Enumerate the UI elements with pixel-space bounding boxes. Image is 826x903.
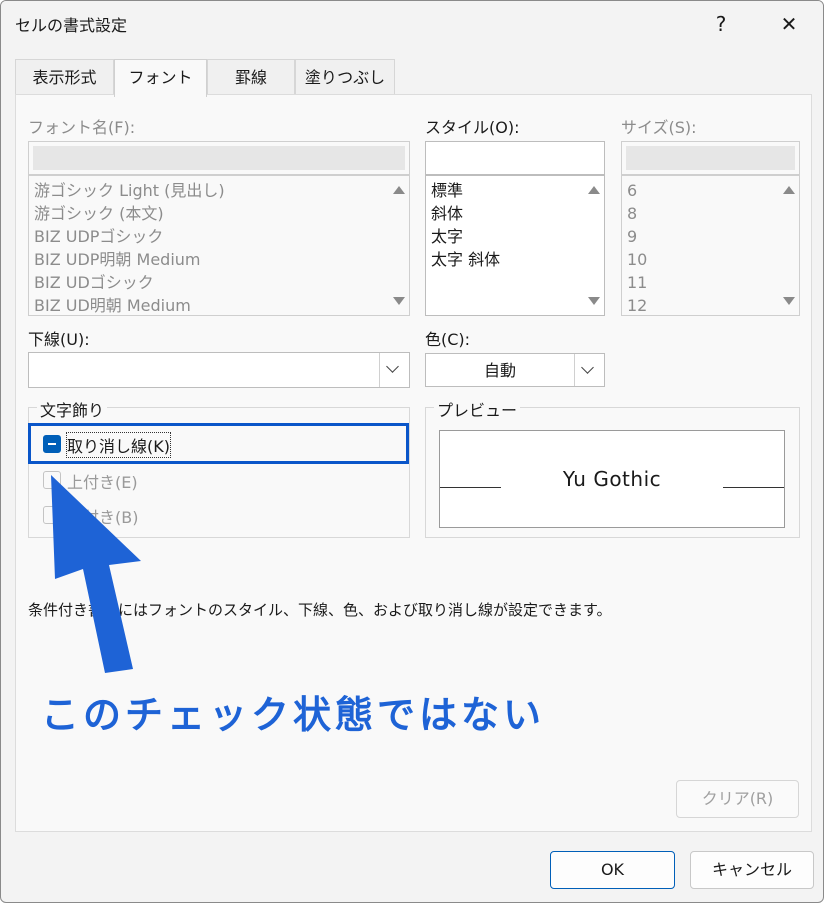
list-item[interactable]: 太字 bbox=[431, 225, 463, 248]
font-name-list[interactable]: 游ゴシック Light (見出し) 游ゴシック (本文) BIZ UDPゴシック… bbox=[28, 175, 410, 316]
color-select[interactable]: 自動 bbox=[425, 353, 605, 387]
annotation-text: このチェック状態ではない bbox=[41, 693, 546, 737]
list-item[interactable]: 游ゴシック Light (見出し) bbox=[34, 179, 225, 202]
ok-button[interactable]: OK bbox=[550, 851, 675, 889]
list-item[interactable]: BIZ UD明朝 Medium bbox=[34, 294, 191, 315]
help-icon[interactable]: ? bbox=[705, 8, 737, 40]
color-value: 自動 bbox=[483, 361, 516, 380]
color-label: 色(C): bbox=[425, 330, 471, 349]
underline-select[interactable] bbox=[28, 352, 410, 388]
list-item[interactable]: 12 bbox=[627, 294, 647, 315]
list-item[interactable]: 標準 bbox=[431, 179, 463, 202]
tab-fill[interactable]: 塗りつぶし bbox=[295, 59, 395, 95]
list-item[interactable]: 太字 斜体 bbox=[431, 248, 500, 271]
list-item[interactable]: 斜体 bbox=[431, 202, 463, 225]
list-item[interactable]: 10 bbox=[627, 248, 647, 271]
list-item[interactable]: 8 bbox=[627, 202, 637, 225]
list-item[interactable]: 11 bbox=[627, 271, 647, 294]
size-list-scrollbar[interactable] bbox=[780, 176, 799, 315]
tab-border[interactable]: 罫線 bbox=[207, 59, 295, 95]
list-item[interactable]: 游ゴシック (本文) bbox=[34, 202, 164, 225]
font-size-label: サイズ(S): bbox=[621, 118, 697, 137]
title-bar: セルの書式設定 ? ✕ bbox=[1, 1, 823, 47]
scroll-up-icon[interactable] bbox=[393, 186, 405, 194]
annotation-arrow-shape bbox=[51, 475, 141, 673]
font-name-label: フォント名(F): bbox=[28, 118, 136, 137]
font-list-scrollbar[interactable] bbox=[390, 176, 409, 315]
effects-group-title: 文字飾り bbox=[37, 397, 108, 421]
list-item[interactable]: 6 bbox=[627, 179, 637, 202]
chevron-down-icon bbox=[581, 361, 594, 374]
font-name-input[interactable] bbox=[28, 141, 410, 175]
dialog-title: セルの書式設定 bbox=[15, 16, 128, 35]
list-item[interactable]: BIZ UDPゴシック bbox=[34, 225, 163, 248]
close-icon[interactable]: ✕ bbox=[773, 8, 805, 40]
preview-box: Yu Gothic bbox=[439, 430, 785, 528]
list-item[interactable]: 9 bbox=[627, 225, 637, 248]
preview-text: Yu Gothic bbox=[562, 467, 662, 491]
color-dropdown-button[interactable] bbox=[574, 354, 604, 386]
scroll-down-icon[interactable] bbox=[393, 297, 405, 305]
clear-button[interactable]: クリア(R) bbox=[676, 780, 799, 818]
preview-group-title: プレビュー bbox=[434, 397, 521, 421]
font-name-input-fill bbox=[33, 146, 405, 170]
font-style-input[interactable] bbox=[425, 141, 605, 175]
scroll-up-icon[interactable] bbox=[588, 186, 600, 194]
underline-value bbox=[29, 353, 379, 387]
format-cells-dialog: セルの書式設定 ? ✕ 表示形式 フォント 罫線 塗りつぶし フォント名(F):… bbox=[0, 0, 824, 903]
underline-dropdown-button[interactable] bbox=[379, 353, 409, 387]
scroll-up-icon[interactable] bbox=[783, 186, 795, 194]
style-list-scrollbar[interactable] bbox=[585, 176, 604, 315]
scroll-down-icon[interactable] bbox=[783, 297, 795, 305]
font-style-list[interactable]: 標準 斜体 太字 太字 斜体 bbox=[425, 175, 605, 316]
tab-font[interactable]: フォント bbox=[114, 59, 207, 97]
annotation-arrow bbox=[51, 475, 141, 673]
cancel-button[interactable]: キャンセル bbox=[690, 851, 814, 889]
list-item[interactable]: BIZ UDP明朝 Medium bbox=[34, 248, 201, 271]
scroll-down-icon[interactable] bbox=[588, 297, 600, 305]
font-style-label: スタイル(O): bbox=[425, 118, 520, 137]
font-size-list[interactable]: 6 8 9 10 11 12 bbox=[621, 175, 800, 316]
underline-label: 下線(U): bbox=[28, 330, 90, 349]
strikethrough-highlight-box bbox=[28, 423, 409, 464]
font-size-input-fill bbox=[626, 146, 795, 170]
tab-number-format[interactable]: 表示形式 bbox=[15, 59, 114, 95]
chevron-down-icon bbox=[386, 360, 399, 373]
list-item[interactable]: BIZ UDゴシック bbox=[34, 271, 154, 294]
font-size-input[interactable] bbox=[621, 141, 800, 175]
